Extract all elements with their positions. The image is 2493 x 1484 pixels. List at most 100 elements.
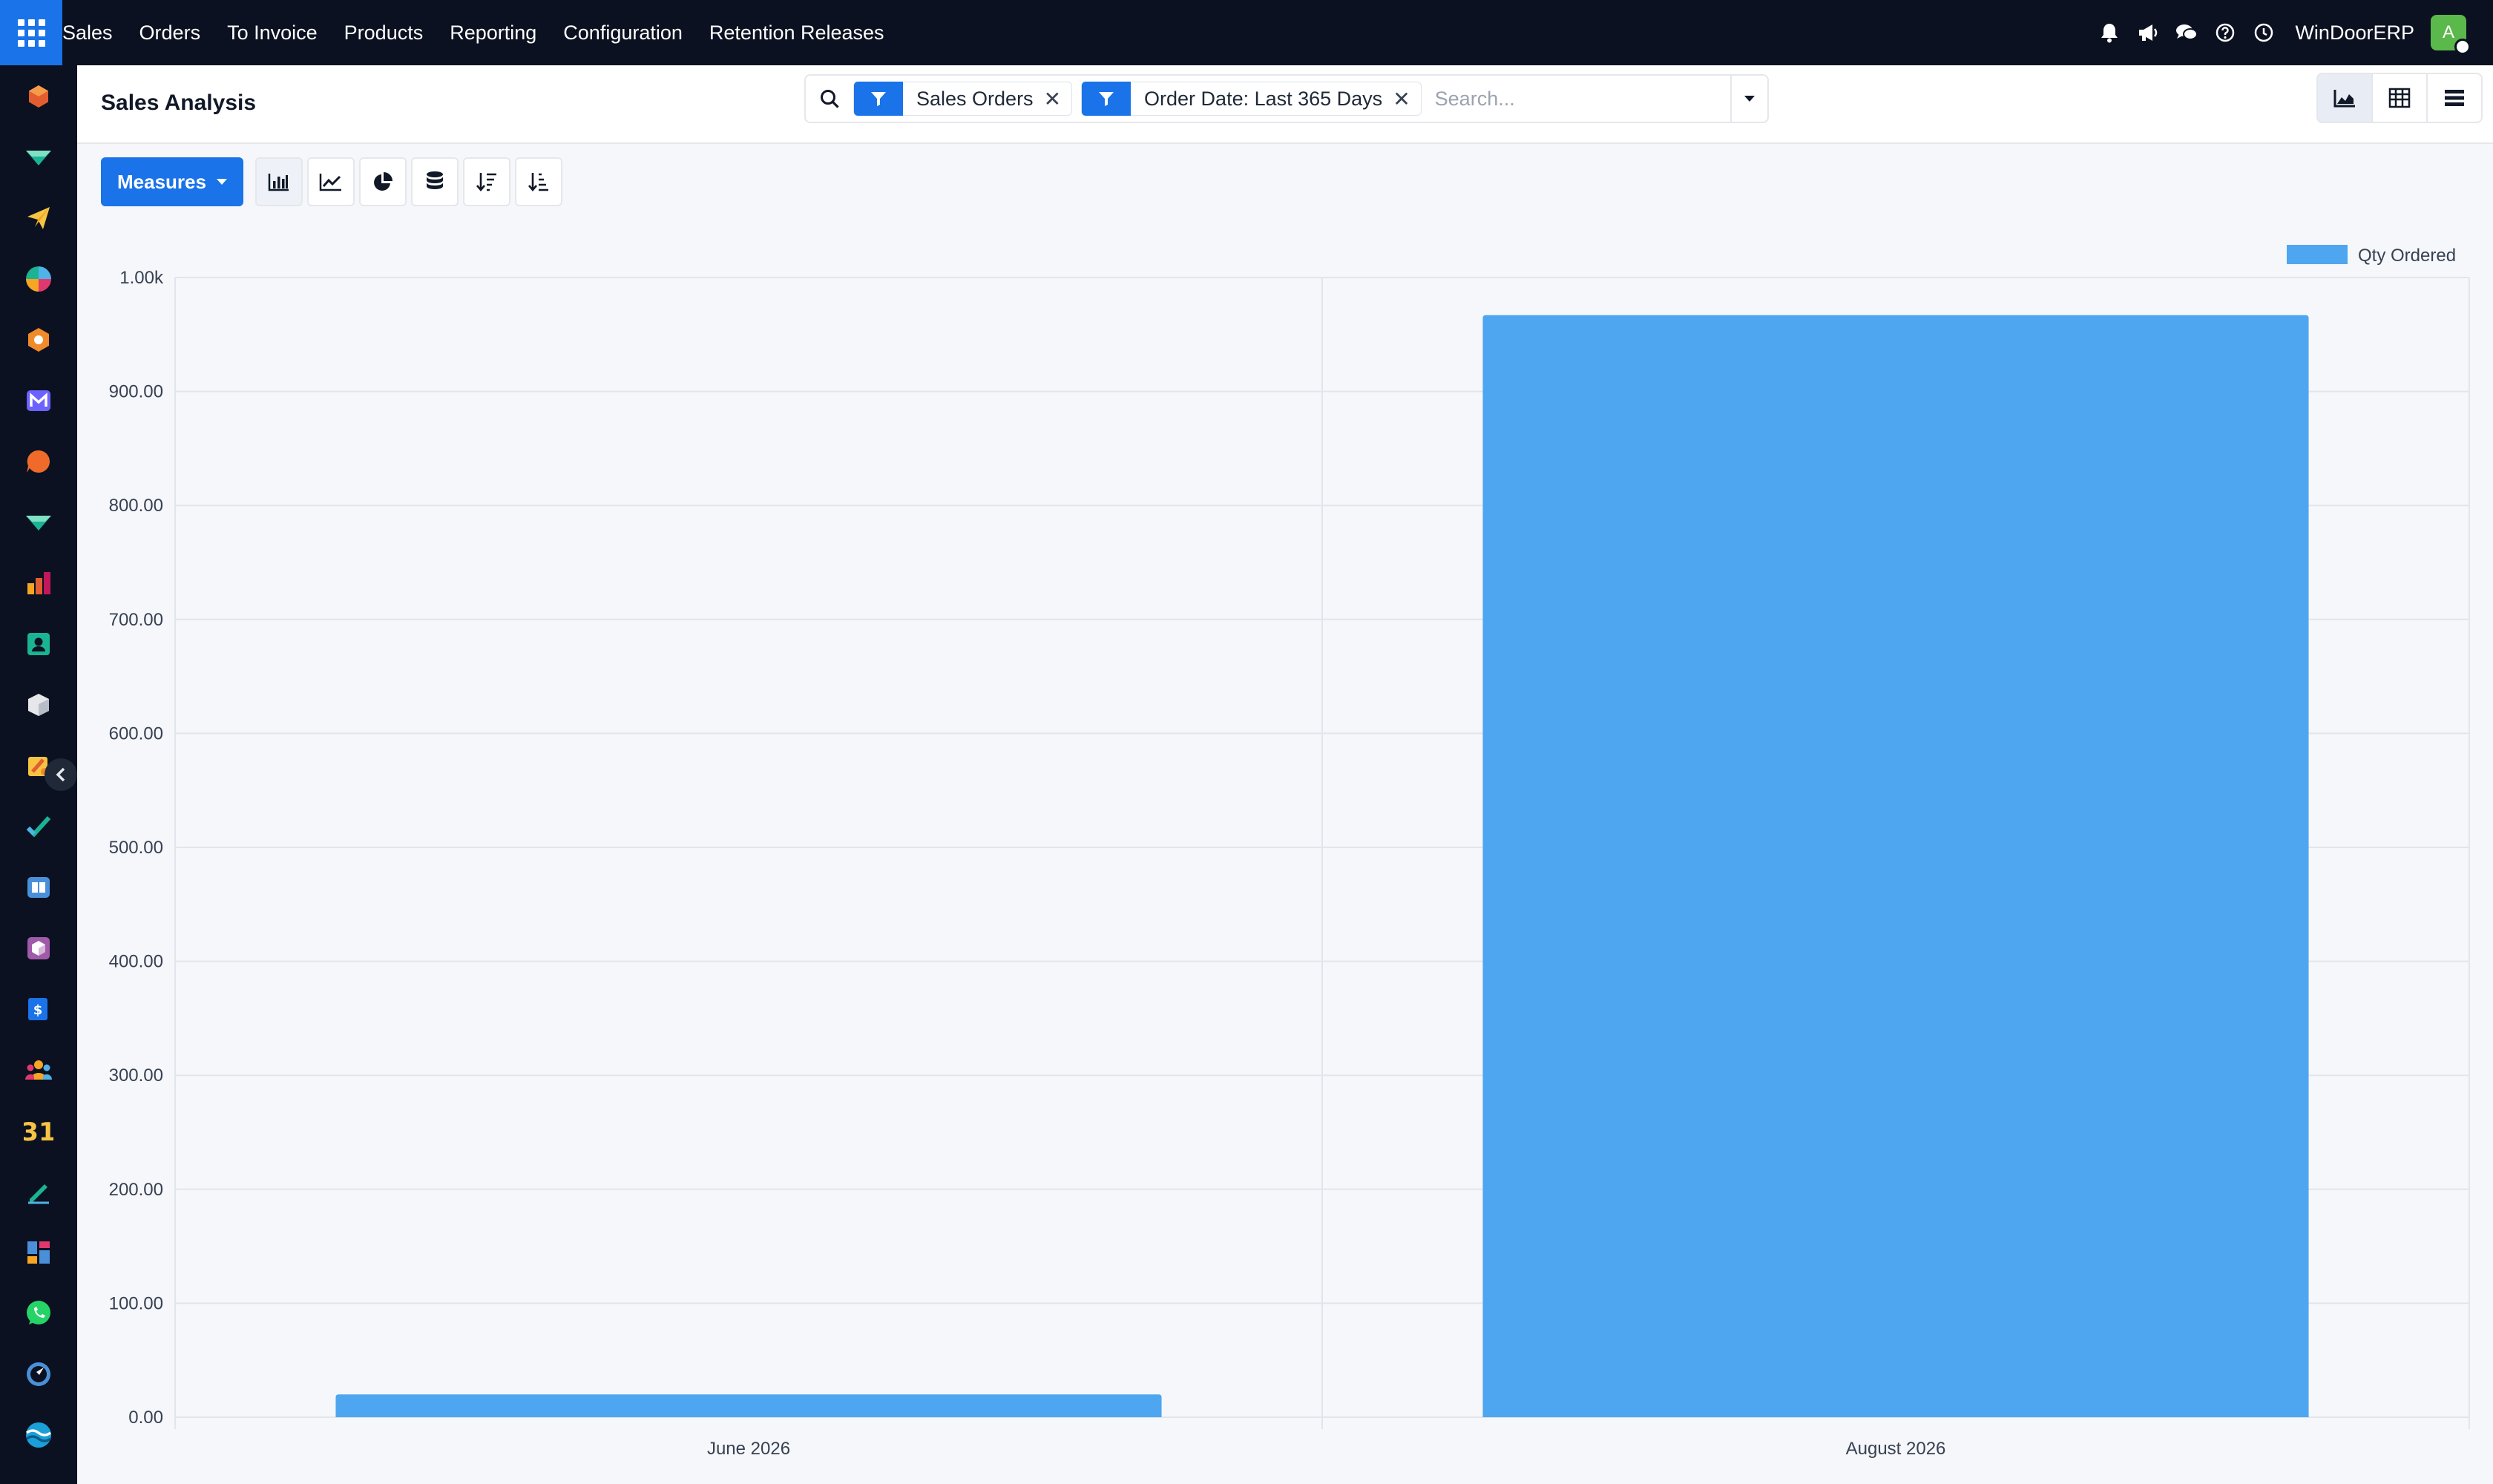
close-icon[interactable]: ✕ [1393,87,1420,111]
menu-reporting[interactable]: Reporting [436,0,550,65]
database-icon [426,171,443,189]
chevron-left-icon [56,767,65,782]
systray: WinDoorERP A [2090,0,2493,65]
line-chart-button[interactable] [306,157,355,206]
close-icon[interactable]: ✕ [1044,87,1071,111]
svg-text:31: 31 [24,1117,53,1144]
menu-products[interactable]: Products [331,0,437,65]
y-tick-label: 500.00 [109,838,163,858]
caret-down-icon [1744,96,1755,102]
table-icon [2388,88,2411,108]
search-options-toggle[interactable] [1730,76,1767,122]
y-tick-label: 1.00k [119,268,164,288]
pie-chart-button[interactable] [358,157,407,206]
y-tick-label: 800.00 [109,496,163,516]
main-menu: Sales Orders To Invoice Products Reporti… [62,0,898,65]
app-switcher-button[interactable] [0,0,62,65]
caret-down-icon [216,179,227,185]
graph-view-button[interactable] [2316,73,2373,123]
bar [335,1394,1162,1417]
user-avatar[interactable]: A [2431,15,2471,55]
team-icon[interactable] [22,1054,55,1086]
list-view-button[interactable] [2426,73,2483,123]
dashboard-icon[interactable] [22,1236,55,1269]
sort-descending-button[interactable] [462,157,510,206]
page-title: Sales Analysis [101,91,257,115]
y-tick-label: 900.00 [109,382,163,402]
search-facet[interactable]: Sales Orders ✕ [853,82,1073,116]
control-panel: Sales Analysis Sales Orders ✕ Order Date… [77,65,2493,144]
filter-icon [1082,82,1131,116]
y-tick-label: 300.00 [109,1066,163,1086]
bell-icon[interactable] [2090,0,2129,65]
y-tick-label: 0.00 [128,1408,163,1428]
discuss-icon[interactable] [22,141,55,174]
megaphone-icon[interactable] [2129,0,2167,65]
paper-plane-icon[interactable] [22,202,55,234]
sort-descending-icon [476,173,496,192]
search-input[interactable] [1430,80,1730,117]
bar-chart-button[interactable] [254,157,303,206]
bars-icon[interactable] [22,567,55,600]
sort-ascending-button[interactable] [514,157,562,206]
chart-area: 0.00 100.00 200.00 300.00 400.00 500.00 600.00… [77,215,2493,1484]
y-tick-label: 400.00 [109,952,163,972]
measures-button[interactable]: Measures [101,157,243,206]
sort-ascending-icon [528,173,548,192]
x-tick-label: June 2026 [707,1439,790,1459]
measures-label: Measures [117,170,206,193]
avatar-letter: A [2442,22,2454,42]
pie-chart-icon [374,172,392,191]
svg-text:$: $ [33,1002,43,1018]
chat-icon[interactable] [2167,0,2206,65]
sidebar-collapse-button[interactable] [45,758,77,791]
sign-icon[interactable] [22,1175,55,1208]
legend-swatch [2287,245,2348,264]
discuss-icon[interactable] [22,506,55,539]
menu-configuration[interactable]: Configuration [550,0,696,65]
y-tick-label: 700.00 [109,610,163,630]
filter-icon [854,82,903,116]
area-chart-icon [2333,90,2355,108]
menu-to-invoice[interactable]: To Invoice [214,0,331,65]
pivot-view-button[interactable] [2371,73,2428,123]
y-tick-label: 100.00 [109,1293,163,1313]
presence-indicator [2454,39,2471,55]
book-icon[interactable] [22,871,55,904]
view-switcher [2316,73,2483,123]
menu-brand-sales[interactable]: Sales [62,0,126,65]
app-sidebar: $ 31 [0,65,77,1484]
facet-label: Order Date: Last 365 Days [1144,87,1383,110]
pie-app-icon[interactable] [22,263,55,295]
menu-orders[interactable]: Orders [126,0,214,65]
help-icon[interactable] [2206,0,2244,65]
clock-icon[interactable] [2244,0,2283,65]
list-icon [2445,90,2464,106]
search-bar: Sales Orders ✕ Order Date: Last 365 Days… [804,74,1769,123]
package-icon[interactable] [22,932,55,965]
x-tick-label: August 2026 [1846,1439,1946,1459]
menu-retention-releases[interactable]: Retention Releases [696,0,898,65]
y-tick-label: 600.00 [109,723,163,743]
grid-icon [17,19,45,47]
compass-icon[interactable] [22,1358,55,1391]
search-facet[interactable]: Order Date: Last 365 Days ✕ [1081,82,1422,116]
bar-chart-icon [268,174,289,191]
legend-label: Qty Ordered [2358,246,2456,266]
hexagon-icon[interactable] [22,324,55,356]
discuss-wave-icon[interactable] [22,1419,55,1451]
chat-bubble-icon[interactable] [22,445,55,478]
bar-chart: 0.00 100.00 200.00 300.00 400.00 500.00 600.00… [109,245,2470,1459]
company-name[interactable]: WinDoorERP [2295,22,2414,45]
search-icon[interactable] [806,88,853,109]
graph-toolbar: Measures [101,157,562,206]
stacked-button[interactable] [410,157,459,206]
mail-icon[interactable] [22,384,55,417]
invoice-icon[interactable]: $ [22,993,55,1025]
box-icon[interactable] [22,689,55,721]
cube-icon[interactable] [22,80,55,113]
checkmark-icon[interactable] [22,810,55,843]
calendar-icon[interactable]: 31 [22,1114,55,1147]
whatsapp-icon[interactable] [22,1297,55,1330]
contact-card-icon[interactable] [22,628,55,660]
